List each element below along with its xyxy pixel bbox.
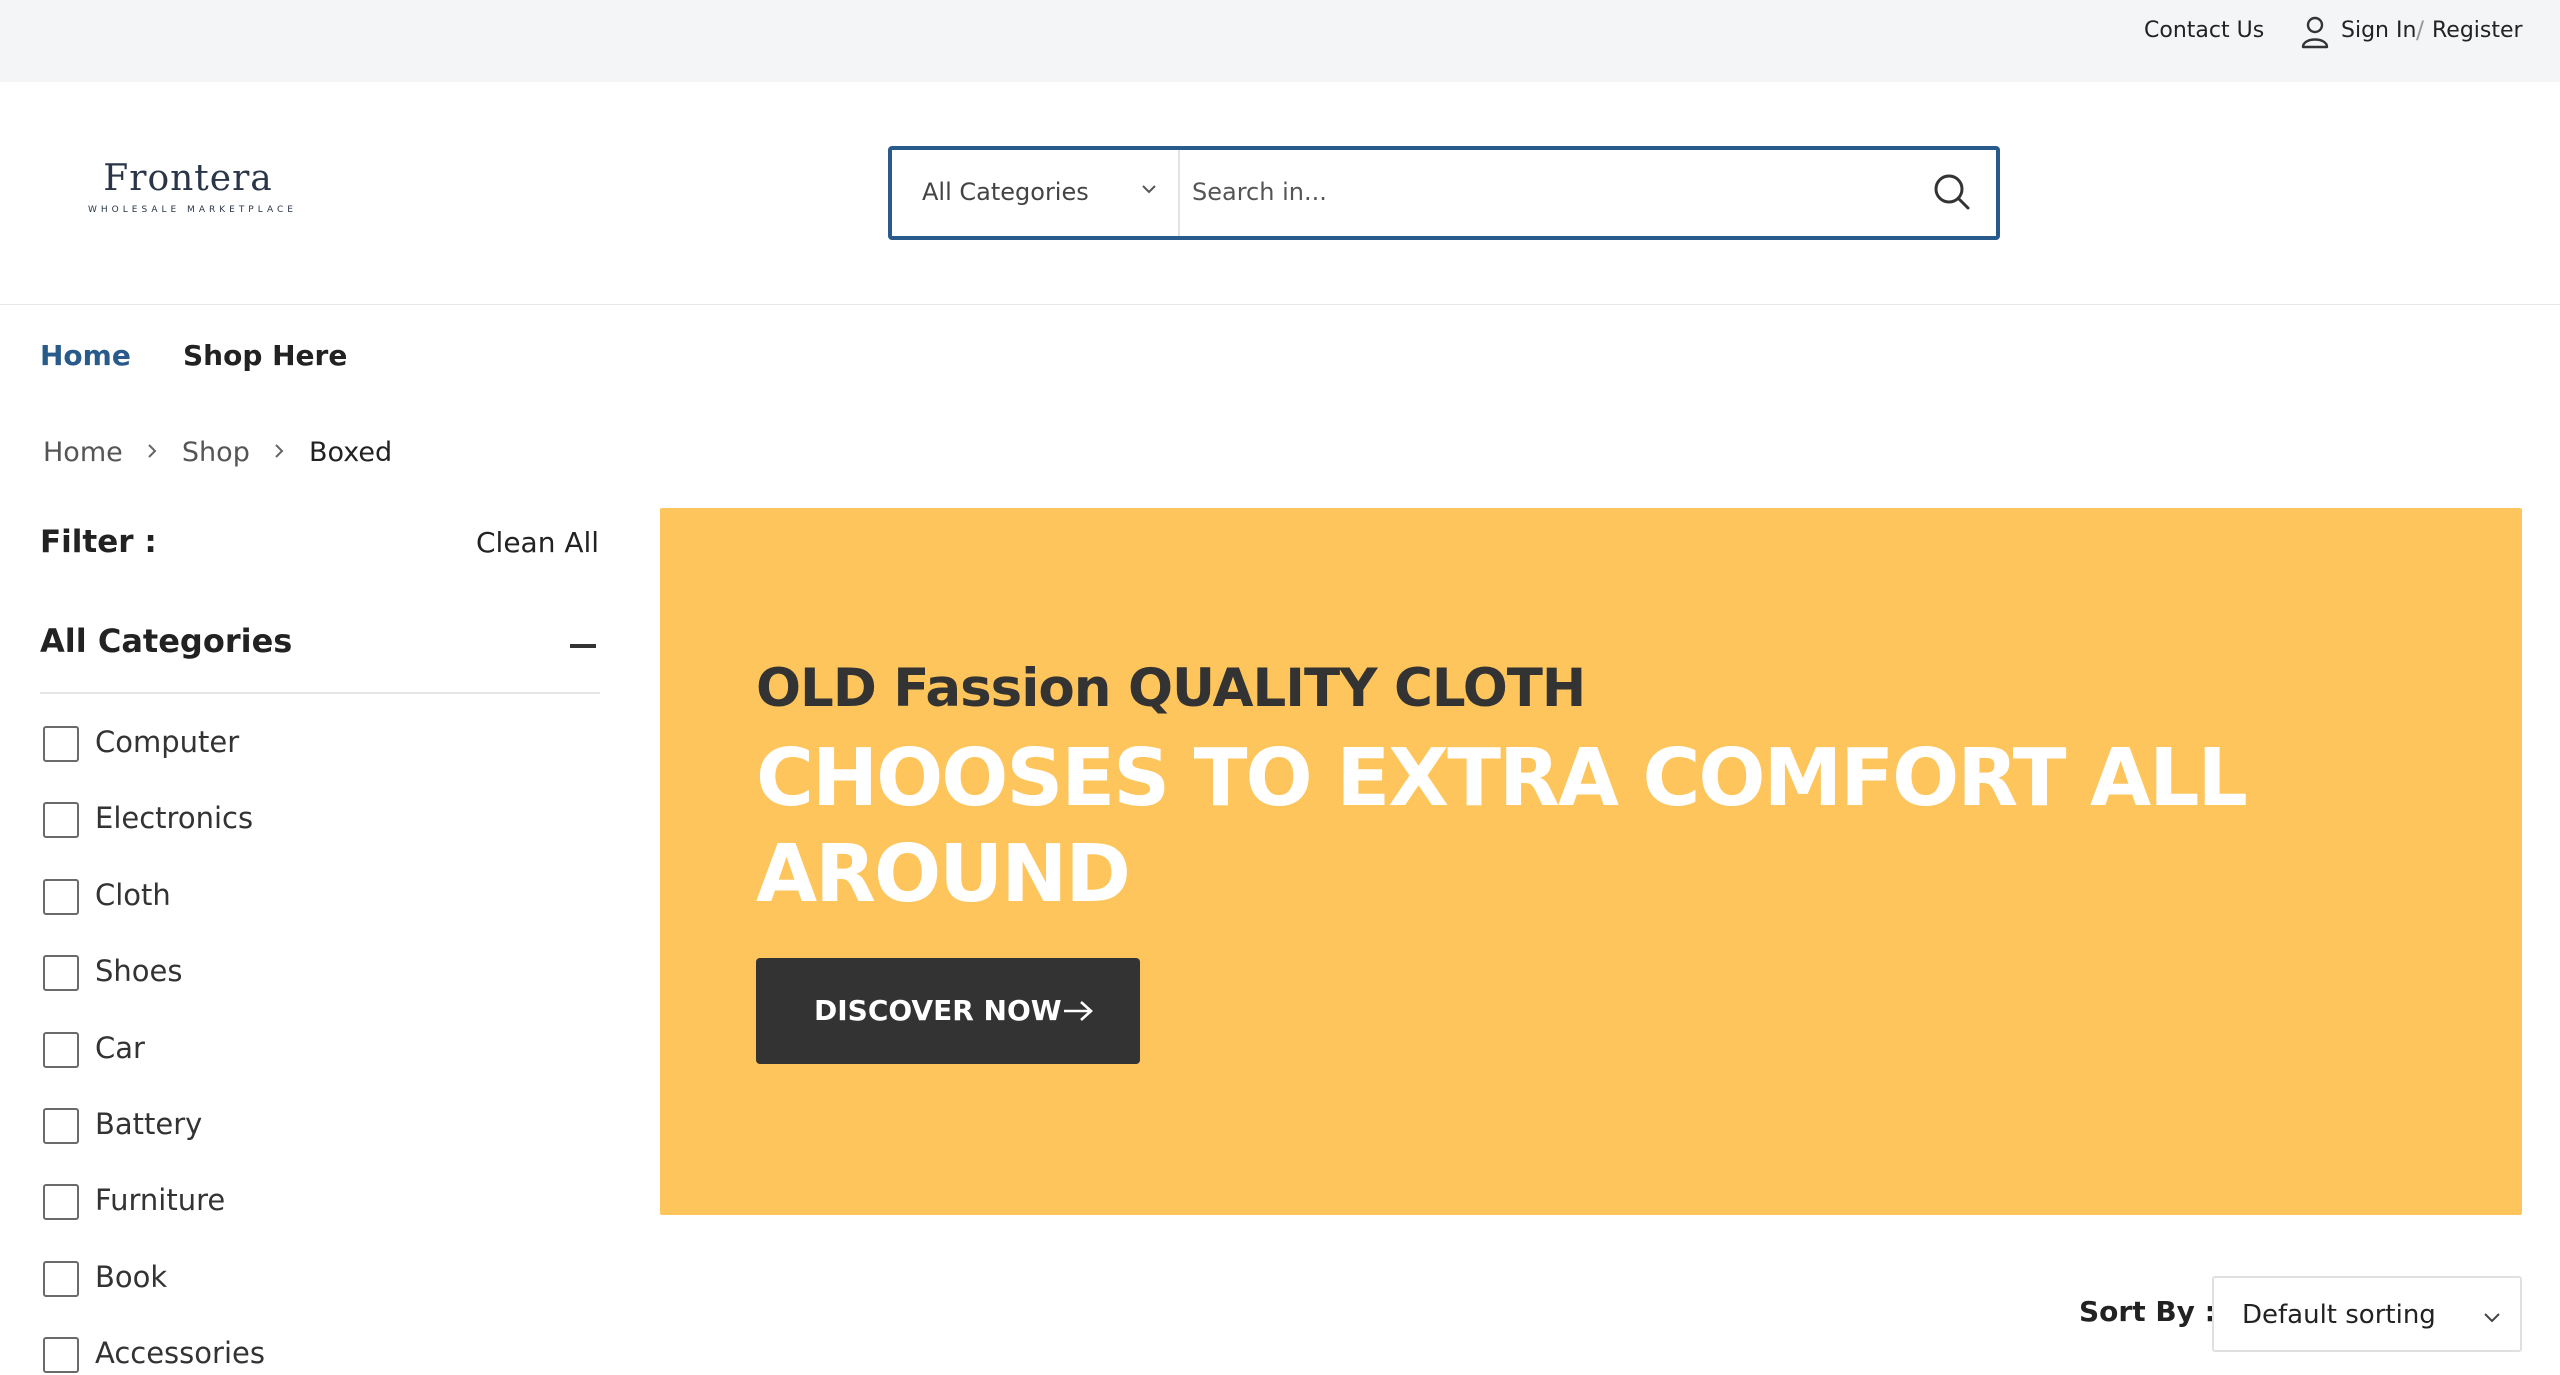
category-label: Furniture: [95, 1183, 226, 1217]
banner-subtitle: OLD Fassion QUALITY CLOTH: [756, 658, 1586, 719]
promo-banner: OLD Fassion QUALITY CLOTH CHOOSES TO EXT…: [660, 508, 2522, 1215]
search-input[interactable]: [1192, 164, 1912, 220]
category-label: Accessories: [95, 1336, 265, 1370]
checkbox[interactable]: [43, 879, 79, 915]
checkbox[interactable]: [43, 1261, 79, 1297]
nav-item-home[interactable]: Home: [40, 339, 131, 372]
category-label: Shoes: [95, 954, 183, 988]
site-header: Frontera WHOLESALE MARKETPLACE All Categ…: [0, 82, 2560, 305]
chevron-right-icon: [275, 444, 284, 458]
categories-heading[interactable]: All Categories: [40, 622, 292, 660]
discover-now-button[interactable]: DISCOVER NOW: [756, 958, 1140, 1064]
checkbox[interactable]: [43, 726, 79, 762]
site-logo[interactable]: Frontera WHOLESALE MARKETPLACE: [88, 158, 297, 215]
sort-select-value: Default sorting: [2242, 1300, 2436, 1330]
register-link[interactable]: Register: [2432, 18, 2523, 43]
sort-by-label: Sort By :: [2079, 1295, 2216, 1328]
category-label: Cloth: [95, 878, 171, 912]
main-nav: Home Shop Here: [0, 305, 2560, 405]
chevron-down-icon: [1142, 185, 1156, 194]
nav-item-shop-here[interactable]: Shop Here: [183, 339, 347, 372]
search-icon[interactable]: [1928, 168, 1976, 216]
category-label: Book: [95, 1260, 168, 1294]
logo-tagline: WHOLESALE MARKETPLACE: [88, 205, 297, 215]
category-label: Electronics: [95, 801, 254, 835]
sign-in-link[interactable]: Sign In: [2341, 18, 2416, 43]
breadcrumb-home[interactable]: Home: [43, 437, 123, 468]
chevron-right-icon: [148, 444, 157, 458]
banner-headline: CHOOSES TO EXTRA COMFORT ALL AROUND: [756, 732, 2248, 920]
checkbox[interactable]: [43, 955, 79, 991]
sort-select[interactable]: Default sorting: [2212, 1276, 2522, 1352]
auth-separator: /: [2416, 16, 2425, 44]
chevron-down-icon: [2484, 1313, 2500, 1323]
category-select[interactable]: All Categories: [892, 150, 1180, 236]
filter-title: Filter :: [40, 524, 157, 560]
category-label: Battery: [95, 1107, 203, 1141]
checkbox[interactable]: [43, 802, 79, 838]
checkbox[interactable]: [43, 1032, 79, 1068]
top-bar: Contact Us Sign In / Register: [0, 0, 2560, 82]
contact-us-link[interactable]: Contact Us: [2144, 18, 2264, 43]
discover-now-label: DISCOVER NOW: [814, 994, 1062, 1027]
arrow-right-icon: [1064, 1001, 1093, 1021]
minus-icon[interactable]: [570, 644, 596, 648]
logo-brand: Frontera: [103, 158, 273, 199]
search-bar: All Categories: [888, 146, 2000, 240]
user-icon[interactable]: [2300, 15, 2330, 49]
clean-all-button[interactable]: Clean All: [476, 526, 599, 559]
category-select-label: All Categories: [922, 178, 1089, 206]
breadcrumb-current: Boxed: [309, 437, 393, 468]
checkbox[interactable]: [43, 1337, 79, 1373]
category-label: Computer: [95, 725, 240, 759]
category-label: Car: [95, 1031, 145, 1065]
checkbox[interactable]: [43, 1184, 79, 1220]
divider: [40, 692, 600, 694]
breadcrumb-shop[interactable]: Shop: [182, 437, 250, 468]
breadcrumb: Home Shop Boxed: [43, 436, 392, 468]
checkbox[interactable]: [43, 1108, 79, 1144]
